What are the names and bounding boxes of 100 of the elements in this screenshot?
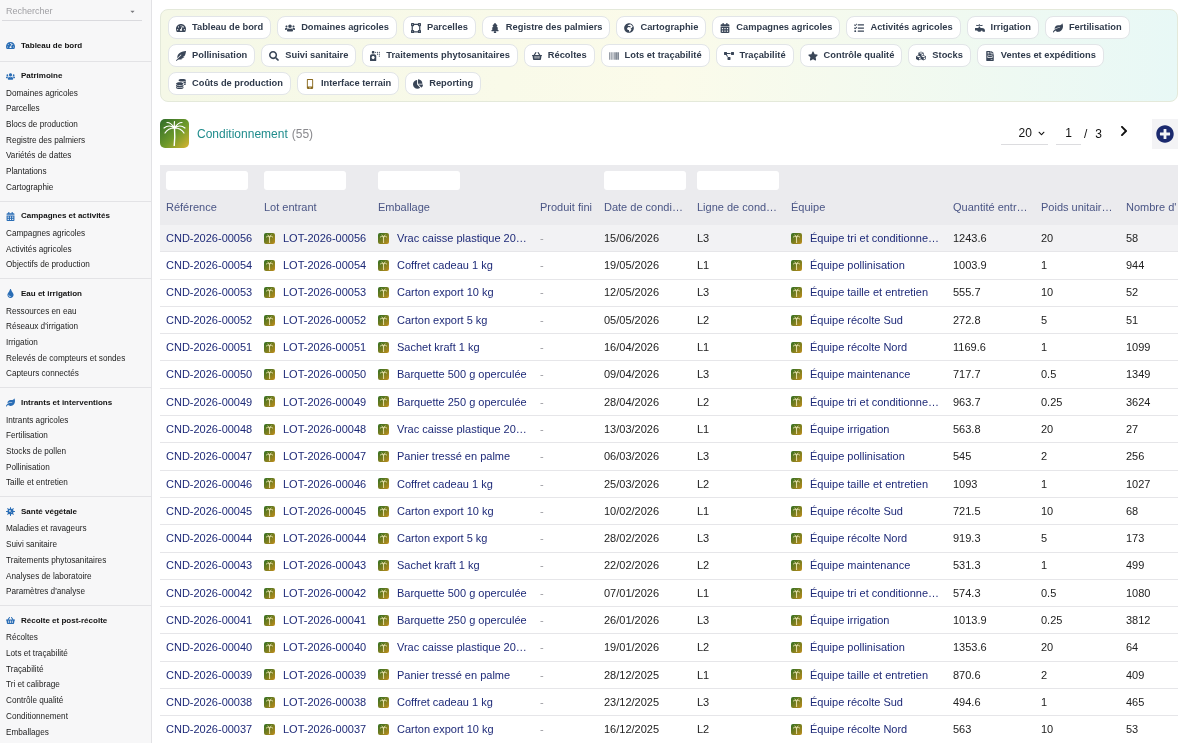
packaging-link[interactable]: Vrac caisse plastique 20…	[397, 229, 527, 247]
packaging-link[interactable]: Coffret cadeau 1 kg	[397, 693, 493, 711]
reference-link[interactable]: CND-2026-00046	[166, 475, 253, 493]
lot-link[interactable]: LOT-2026-00051	[283, 339, 367, 356]
team-link[interactable]: Équipe pollinisation	[810, 257, 905, 274]
sidebar-item[interactable]: Intrants agricoles	[6, 414, 69, 427]
reference-link[interactable]: CND-2026-00054	[166, 257, 253, 274]
sidebar-item[interactable]: Variétés de dattes	[6, 150, 72, 163]
section-title[interactable]: Récolte et post-récolte	[21, 614, 108, 627]
team-link[interactable]: Équipe tri et conditionne…	[810, 229, 940, 247]
reference-link[interactable]: CND-2026-00047	[166, 448, 253, 465]
sidebar-item[interactable]: Plantations	[6, 166, 47, 179]
column-header[interactable]: Quantité entr…	[953, 199, 1028, 216]
section-title[interactable]: Eau et irrigation	[21, 287, 82, 300]
module-tab[interactable]: Traitements phytosanitaires	[362, 44, 518, 67]
lot-link[interactable]: LOT-2026-00052	[283, 311, 367, 329]
module-tab[interactable]: Pollinisation	[168, 44, 256, 67]
sidebar-item[interactable]: Suivi sanitaire	[6, 539, 57, 552]
module-tab[interactable]: Campagnes agricoles	[712, 16, 841, 39]
lot-link[interactable]: LOT-2026-00046	[283, 475, 367, 493]
module-tab[interactable]: Domaines agricoles	[277, 16, 397, 39]
reference-link[interactable]: CND-2026-00056	[166, 229, 253, 247]
packaging-link[interactable]: Barquette 500 g operculée	[397, 366, 527, 383]
sidebar-item[interactable]: Contrôle qualité	[6, 695, 64, 708]
module-tab[interactable]: Ventes et expéditions	[976, 44, 1104, 67]
reference-link[interactable]: CND-2026-00041	[166, 612, 253, 629]
lot-link[interactable]: LOT-2026-00056	[283, 229, 367, 247]
lot-link[interactable]: LOT-2026-00053	[283, 284, 367, 301]
team-link[interactable]: Équipe récolte Sud	[810, 502, 903, 520]
table-row[interactable]: CND-2026-00056 LOT-2026-00056 Vrac caisse plastique 20… - 15/06/2026 L3 Équipe tri et conditionne… 1243.6 20 58	[160, 225, 1178, 253]
module-tab[interactable]: Parcelles	[402, 16, 476, 39]
packaging-link[interactable]: Barquette 250 g operculée	[397, 393, 527, 411]
reference-link[interactable]: CND-2026-00048	[166, 420, 253, 438]
packaging-link[interactable]: Panier tressé en palme	[397, 666, 511, 684]
lot-link[interactable]: LOT-2026-00040	[283, 639, 367, 656]
packaging-link[interactable]: Carton export 10 kg	[397, 721, 494, 738]
sidebar-item[interactable]: Fertilisation	[6, 430, 48, 443]
section-title[interactable]: Campagnes et activités	[21, 210, 110, 223]
lot-link[interactable]: LOT-2026-00042	[283, 584, 367, 602]
sidebar-item[interactable]: Lots et traçabilité	[6, 648, 68, 661]
team-link[interactable]: Équipe récolte Sud	[810, 693, 903, 711]
sidebar-item[interactable]: Taille et entretien	[6, 477, 68, 490]
lot-link[interactable]: LOT-2026-00054	[283, 257, 367, 274]
lot-link[interactable]: LOT-2026-00037	[283, 721, 367, 738]
column-header[interactable]: Équipe	[791, 199, 826, 216]
lot-link[interactable]: LOT-2026-00049	[283, 393, 367, 411]
module-tab[interactable]: Activités agricoles	[846, 16, 961, 39]
reference-link[interactable]: CND-2026-00043	[166, 557, 253, 574]
sidebar-item[interactable]: Domaines agricoles	[6, 87, 78, 100]
module-tab[interactable]: Tableau de bord	[168, 16, 272, 39]
team-link[interactable]: Équipe récolte Sud	[810, 311, 903, 329]
packaging-link[interactable]: Carton export 5 kg	[397, 311, 488, 329]
sidebar-item[interactable]: Maladies et ravageurs	[6, 523, 87, 536]
column-header[interactable]: Date de condi…	[604, 199, 683, 216]
sidebar-item[interactable]: Traitements phytosanitaires	[6, 554, 107, 568]
reference-link[interactable]: CND-2026-00038	[166, 693, 253, 711]
packaging-link[interactable]: Vrac caisse plastique 20…	[397, 639, 527, 656]
sidebar-item[interactable]: Pollinisation	[6, 461, 50, 474]
module-tab[interactable]: Suivi sanitaire	[261, 44, 357, 67]
team-link[interactable]: Équipe récolte Nord	[810, 530, 908, 547]
reference-link[interactable]: CND-2026-00050	[166, 366, 253, 383]
team-link[interactable]: Équipe récolte Nord	[810, 339, 908, 356]
packaging-link[interactable]: Panier tressé en palme	[397, 448, 511, 465]
search-field[interactable]: Rechercher	[2, 2, 142, 21]
sidebar-item[interactable]: Tri et calibrage	[6, 679, 60, 692]
lot-link[interactable]: LOT-2026-00050	[283, 366, 367, 383]
sidebar-item[interactable]: Paramètres d'analyse	[6, 586, 85, 599]
packaging-link[interactable]: Barquette 250 g operculée	[397, 612, 527, 629]
sidebar-item[interactable]: Capteurs connectés	[6, 368, 79, 381]
team-link[interactable]: Équipe irrigation	[810, 612, 890, 629]
sidebar-item[interactable]: Blocs de production	[6, 119, 78, 132]
team-link[interactable]: Équipe pollinisation	[810, 639, 905, 656]
sidebar-item[interactable]: Stocks de pollen	[6, 445, 67, 459]
add-button[interactable]	[1152, 118, 1178, 149]
page-size-select[interactable]: 20	[1000, 122, 1048, 145]
sidebar-item[interactable]: Ressources en eau	[6, 305, 77, 318]
module-tab[interactable]: Fertilisation	[1044, 16, 1130, 39]
module-tab[interactable]: Interface terrain	[296, 72, 400, 95]
packaging-link[interactable]: Barquette 500 g operculée	[397, 584, 527, 602]
team-link[interactable]: Équipe taille et entretien	[810, 475, 929, 493]
reference-link[interactable]: CND-2026-00040	[166, 639, 253, 656]
packaging-link[interactable]: Coffret cadeau 1 kg	[397, 257, 493, 274]
section-title[interactable]: Santé végétale	[21, 505, 78, 518]
column-header[interactable]: Emballage	[378, 199, 430, 216]
module-tab[interactable]: Contrôle qualité	[799, 44, 903, 67]
sidebar-item[interactable]: Activités agricoles	[6, 243, 72, 256]
module-tab[interactable]: Traçabilité	[715, 44, 794, 67]
team-link[interactable]: Équipe taille et entretien	[810, 284, 929, 301]
sidebar-item[interactable]: Emballages	[6, 726, 49, 739]
lot-link[interactable]: LOT-2026-00041	[283, 612, 367, 629]
column-header[interactable]: Ligne de cond…	[697, 199, 778, 216]
module-tab[interactable]: Stocks	[908, 44, 971, 67]
lot-link[interactable]: LOT-2026-00043	[283, 557, 367, 574]
team-link[interactable]: Équipe tri et conditionne…	[810, 584, 940, 602]
reference-link[interactable]: CND-2026-00052	[166, 311, 253, 329]
packaging-link[interactable]: Coffret cadeau 1 kg	[397, 475, 493, 493]
section-title[interactable]: Intrants et interventions	[21, 396, 113, 409]
reference-link[interactable]: CND-2026-00045	[166, 502, 253, 520]
lot-link[interactable]: LOT-2026-00047	[283, 448, 367, 465]
sidebar-item[interactable]: Registre des palmiers	[6, 134, 86, 148]
